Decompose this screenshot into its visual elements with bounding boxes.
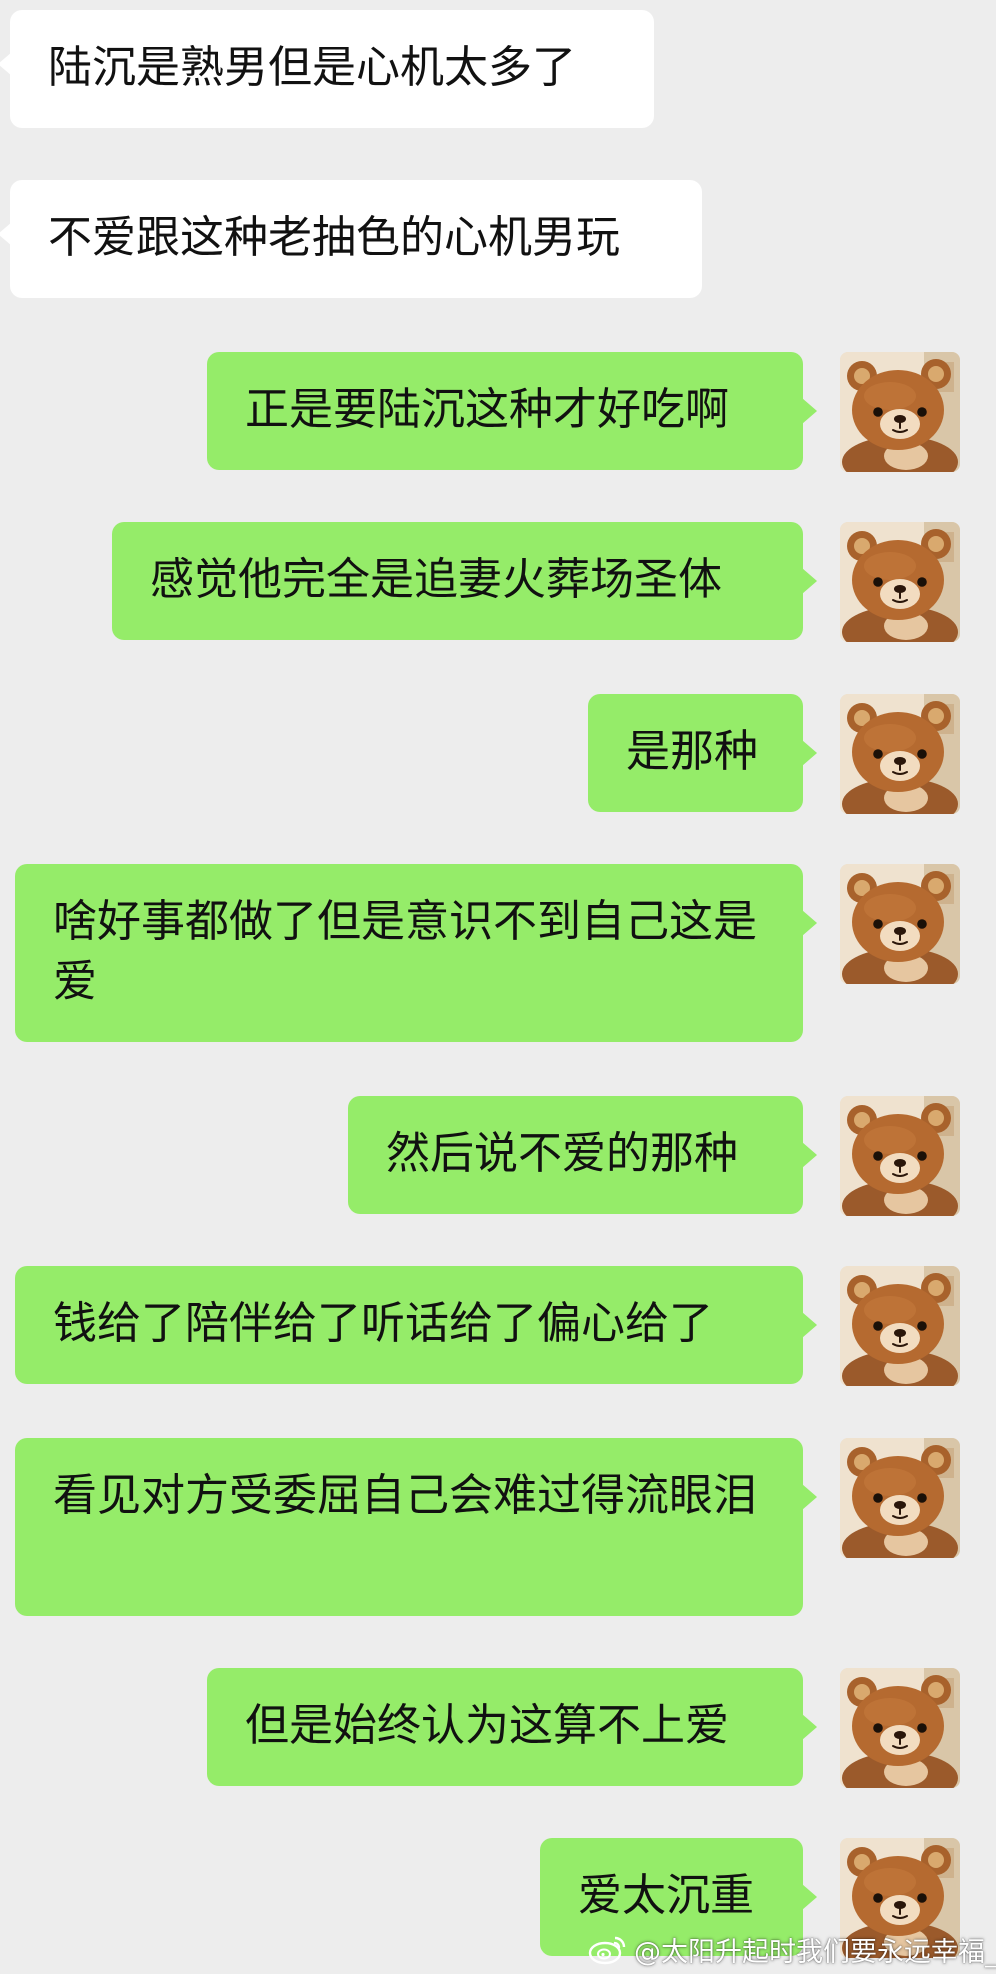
bear-plush-avatar[interactable]: [840, 1668, 960, 1788]
bear-plush-avatar[interactable]: [840, 1438, 960, 1558]
bear-plush-avatar[interactable]: [840, 1096, 960, 1216]
bear-plush-avatar[interactable]: [840, 522, 960, 642]
weibo-watermark: @太阳升起时我们要永远幸福_: [588, 1924, 996, 1974]
message-text: 不爱跟这种老抽色的心机男玩: [48, 212, 620, 263]
bear-plush-avatar[interactable]: [840, 864, 960, 984]
message-text: 但是始终认为这算不上爱: [245, 1700, 729, 1751]
bear-plush-avatar[interactable]: [840, 694, 960, 814]
message-text: 感觉他完全是追妻火葬场圣体: [150, 554, 722, 605]
message-text: 陆沉是熟男但是心机太多了: [48, 42, 576, 93]
bear-plush-avatar[interactable]: [840, 1266, 960, 1386]
message-bubble-outgoing[interactable]: 看见对方受委屈自己会难过得流眼泪: [15, 1438, 817, 1616]
message-text: 看见对方受委屈自己会难过得流眼泪: [53, 1470, 757, 1521]
message-text: 是那种: [626, 726, 758, 777]
message-bubble-incoming[interactable]: 陆沉是熟男但是心机太多了: [0, 10, 654, 128]
message-text: 爱太沉重: [578, 1870, 754, 1921]
message-bubble-outgoing[interactable]: 钱给了陪伴给了听话给了偏心给了: [15, 1266, 817, 1384]
bear-plush-avatar[interactable]: [840, 352, 960, 472]
message-bubble-outgoing[interactable]: 啥好事都做了但是意识不到自己这是爱: [15, 864, 817, 1042]
weibo-icon: [588, 1936, 626, 1965]
message-bubble-outgoing[interactable]: 然后说不爱的那种: [348, 1096, 817, 1214]
message-bubble-outgoing[interactable]: 但是始终认为这算不上爱: [207, 1668, 817, 1786]
message-text: 钱给了陪伴给了听话给了偏心给了: [53, 1298, 713, 1349]
message-bubble-incoming[interactable]: 不爱跟这种老抽色的心机男玩: [0, 180, 702, 298]
message-bubble-outgoing[interactable]: 是那种: [588, 694, 817, 812]
message-bubble-outgoing[interactable]: 正是要陆沉这种才好吃啊: [207, 352, 817, 470]
message-bubble-outgoing[interactable]: 感觉他完全是追妻火葬场圣体: [112, 522, 817, 640]
message-text: 正是要陆沉这种才好吃啊: [245, 384, 729, 435]
message-text: 然后说不爱的那种: [386, 1128, 738, 1179]
watermark-text: @太阳升起时我们要永远幸福_: [634, 1936, 996, 1968]
chat-view: 陆沉是熟男但是心机太多了 不爱跟这种老抽色的心机男玩 正是要陆沉这种才好吃啊 感…: [0, 0, 996, 1974]
message-text: 啥好事都做了但是意识不到自己这是爱: [53, 896, 757, 1007]
